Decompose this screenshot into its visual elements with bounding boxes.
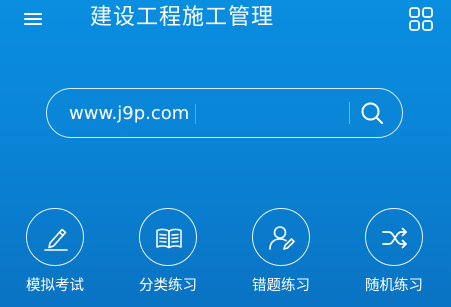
search-divider	[349, 102, 350, 124]
page-title: 建设工程施工管理	[90, 5, 275, 30]
text-caret	[195, 104, 196, 124]
pencil-icon	[44, 228, 68, 251]
grid-apps-icon[interactable]	[408, 6, 434, 32]
top-bar: 建设工程施工管理	[0, 0, 451, 40]
feature-icon-circle	[365, 208, 423, 266]
feature-label: 随机练习	[365, 278, 423, 294]
feature-label: 分类练习	[139, 278, 197, 294]
feature-category-practice-button[interactable]: 分类练习	[129, 208, 209, 304]
feature-label: 错题练习	[252, 278, 310, 294]
open-book-icon	[156, 228, 182, 249]
search-icon[interactable]	[359, 100, 385, 126]
feature-wrong-answers-button[interactable]: 错题练习	[242, 208, 322, 304]
feature-label: 模拟考试	[26, 278, 84, 294]
feature-random-practice-button[interactable]: 随机练习	[355, 208, 435, 304]
feature-icon-circle	[139, 208, 197, 266]
shuffle-icon	[382, 227, 407, 249]
user-edit-icon	[269, 226, 295, 250]
search-input[interactable]	[69, 101, 339, 127]
search-bar	[46, 88, 403, 138]
feature-icon-circle	[252, 208, 310, 266]
feature-mock-exam-button[interactable]: 模拟考试	[16, 208, 96, 304]
hamburger-menu-icon[interactable]	[22, 9, 46, 29]
feature-icon-circle	[26, 208, 84, 266]
